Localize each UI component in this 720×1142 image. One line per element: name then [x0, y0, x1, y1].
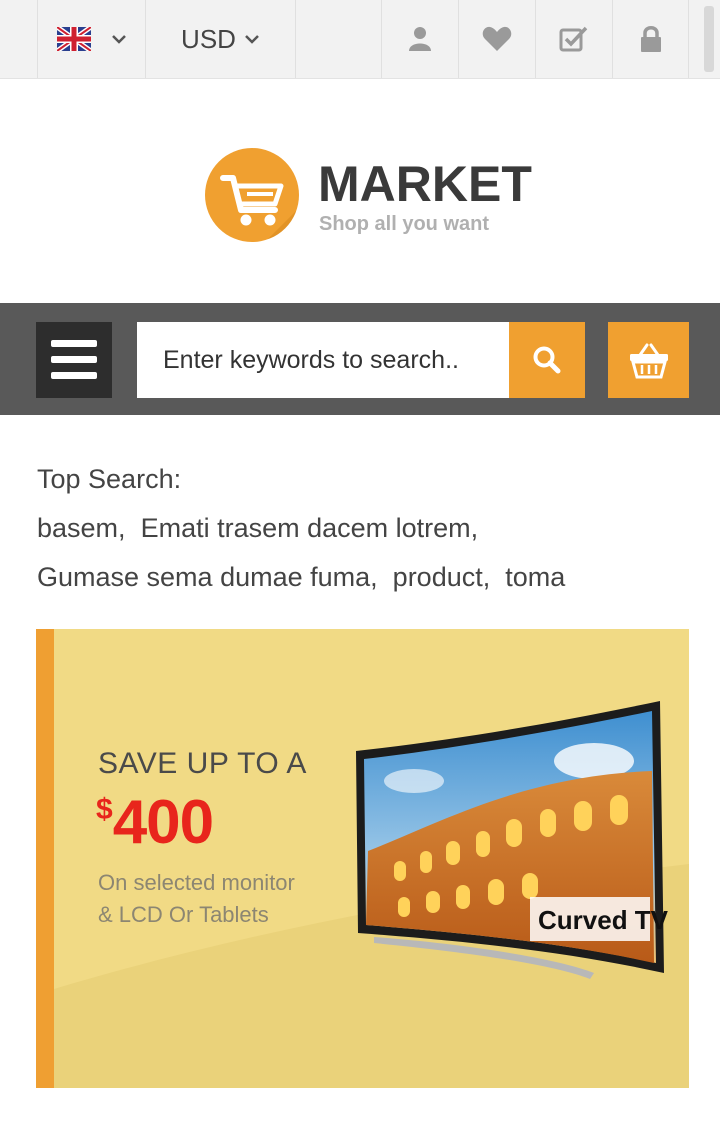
checkbox-icon [559, 26, 588, 52]
language-selector[interactable] [37, 0, 145, 78]
search-input[interactable] [137, 322, 509, 398]
banner-price: $400 [96, 787, 214, 858]
product-label: Curved TV [538, 905, 669, 935]
search-button[interactable] [509, 322, 585, 398]
banner-headline: SAVE UP TO A [98, 747, 307, 780]
user-icon [409, 27, 431, 51]
banner-subtitle-line: & LCD Or Tablets [98, 902, 269, 927]
chevron-down-icon [111, 35, 126, 44]
wishlist-button[interactable] [458, 0, 535, 78]
checkout-button[interactable] [535, 0, 612, 78]
top-search-link[interactable]: Emati trasem dacem lotrem [141, 513, 471, 543]
top-search-link[interactable]: basem [37, 513, 118, 543]
hamburger-line [51, 356, 97, 363]
curved-tv-image: Curved TV [356, 701, 669, 979]
search-bar [0, 303, 720, 415]
account-button[interactable] [381, 0, 458, 78]
scrollbar-edge [704, 6, 714, 72]
shopping-cart-icon [220, 175, 299, 242]
chevron-down-icon [245, 35, 259, 44]
hamburger-line [51, 340, 97, 347]
logo-tagline: Shop all you want [319, 213, 490, 235]
logo-badge [205, 148, 299, 242]
promo-banner[interactable]: SAVE UP TO A $400 On selected monitor & … [36, 629, 689, 1088]
banner-subtitle: On selected monitor & LCD Or Tablets [98, 867, 338, 931]
lock-icon [640, 26, 661, 52]
uk-flag-icon [56, 27, 91, 51]
banner-subtitle-line: On selected monitor [98, 870, 295, 895]
login-button[interactable] [612, 0, 689, 78]
top-search-heading: Top Search: [37, 464, 182, 494]
logo-title: MARKET [318, 156, 532, 212]
top-bar: USD [0, 0, 720, 79]
hamburger-line [51, 372, 97, 379]
cart-button[interactable] [608, 322, 689, 398]
heart-icon [482, 26, 512, 51]
top-search-terms: basem, Emati trasem dacem lotrem, Gumase… [37, 513, 566, 592]
banner-amount: 400 [112, 788, 214, 857]
top-search-link[interactable]: Gumase sema dumae fuma [37, 562, 370, 592]
top-search: Top Search: basem, Emati trasem dacem lo… [37, 455, 697, 602]
currency-label: USD [181, 23, 236, 54]
top-search-link[interactable]: product [393, 562, 483, 592]
menu-button[interactable] [36, 322, 112, 398]
site-logo[interactable]: MARKET Shop all you want [205, 148, 535, 244]
basket-icon [629, 343, 668, 379]
banner-currency-symbol: $ [96, 793, 113, 826]
currency-selector[interactable]: USD [145, 0, 296, 78]
top-search-link[interactable]: toma [505, 562, 565, 592]
banner-accent-stripe [36, 629, 54, 1088]
search-icon [533, 346, 561, 374]
